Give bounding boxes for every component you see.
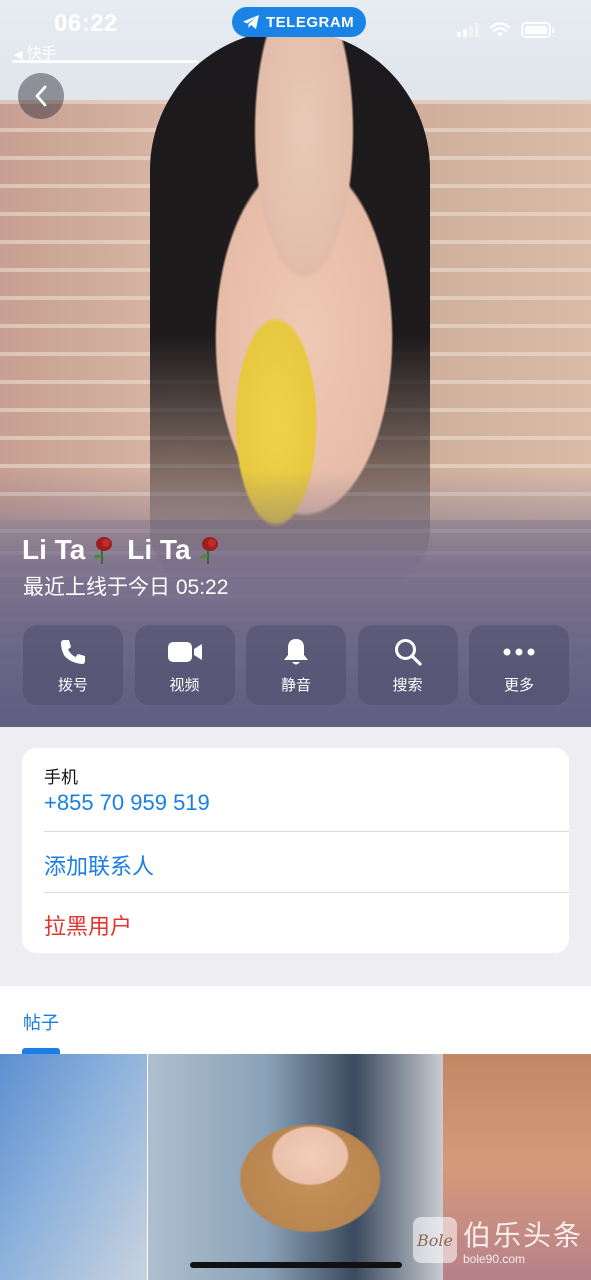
back-button[interactable] bbox=[18, 73, 64, 119]
phone-title: 手机 bbox=[44, 768, 78, 787]
call-button[interactable]: 拨号 bbox=[23, 625, 123, 705]
video-icon bbox=[167, 641, 202, 662]
home-indicator[interactable] bbox=[190, 1262, 402, 1268]
profile-name-part2: Li Ta bbox=[127, 534, 191, 565]
signal-icon bbox=[457, 23, 479, 37]
status-icons bbox=[457, 22, 554, 38]
watermark-logo: Bole bbox=[412, 1217, 457, 1263]
wifi-icon bbox=[489, 22, 511, 37]
telegram-pill-label: TELEGRAM bbox=[266, 13, 355, 31]
profile-screen: 06:22 ◀ 快手 TELEGRAM Li Ta Li Ta 最近上线于今日 … bbox=[0, 0, 591, 1280]
search-button[interactable]: 搜索 bbox=[357, 625, 458, 705]
more-label: 更多 bbox=[503, 676, 534, 694]
posts-section: 帖子 Bole 伯乐头条 bole90.com bbox=[0, 986, 591, 1280]
mute-label: 静音 bbox=[280, 676, 311, 694]
tab-posts[interactable]: 帖子 bbox=[23, 1009, 59, 1035]
bell-icon bbox=[284, 638, 308, 664]
more-icon bbox=[503, 648, 535, 655]
profile-name: Li Ta Li Ta bbox=[22, 534, 221, 566]
search-label: 搜索 bbox=[392, 676, 423, 694]
call-label: 拨号 bbox=[57, 676, 88, 694]
search-icon bbox=[394, 638, 422, 666]
status-time: 06:22 bbox=[54, 10, 118, 37]
phone-number[interactable]: +855 70 959 519 bbox=[44, 790, 210, 816]
chevron-left-icon bbox=[35, 85, 47, 107]
watermark-text: 伯乐头条 bbox=[462, 1220, 583, 1251]
add-contact-button[interactable]: 添加联系人 bbox=[44, 849, 154, 881]
watermark-url: bole90.com bbox=[462, 1252, 526, 1266]
last-seen-status: 最近上线于今日 05:22 bbox=[23, 576, 229, 599]
mute-button[interactable]: 静音 bbox=[246, 625, 346, 705]
battery-icon bbox=[521, 22, 554, 38]
divider bbox=[44, 892, 569, 893]
video-label: 视频 bbox=[169, 676, 200, 694]
watermark: Bole 伯乐头条 bole90.com bbox=[412, 1214, 583, 1266]
wilted-rose-icon bbox=[89, 535, 115, 565]
status-bar: 06:22 ◀ 快手 TELEGRAM bbox=[0, 0, 591, 70]
media-thumbnail[interactable] bbox=[0, 1054, 147, 1280]
profile-name-part1: Li Ta bbox=[22, 534, 86, 565]
media-thumbnail[interactable] bbox=[148, 1054, 443, 1280]
video-button[interactable]: 视频 bbox=[134, 625, 235, 705]
more-button[interactable]: 更多 bbox=[469, 625, 569, 705]
telegram-pill[interactable]: TELEGRAM bbox=[232, 7, 367, 37]
telegram-icon bbox=[243, 15, 259, 29]
action-bar: 拨号 视频 静音 搜索 更多 bbox=[23, 625, 569, 705]
phone-icon bbox=[61, 639, 85, 664]
divider bbox=[44, 831, 569, 832]
status-underline bbox=[12, 60, 198, 63]
profile-photo[interactable] bbox=[0, 0, 591, 727]
wilted-rose-icon bbox=[195, 535, 221, 565]
block-user-button[interactable]: 拉黑用户 bbox=[44, 909, 132, 941]
info-card: 手机 +855 70 959 519 添加联系人 拉黑用户 bbox=[22, 748, 569, 953]
